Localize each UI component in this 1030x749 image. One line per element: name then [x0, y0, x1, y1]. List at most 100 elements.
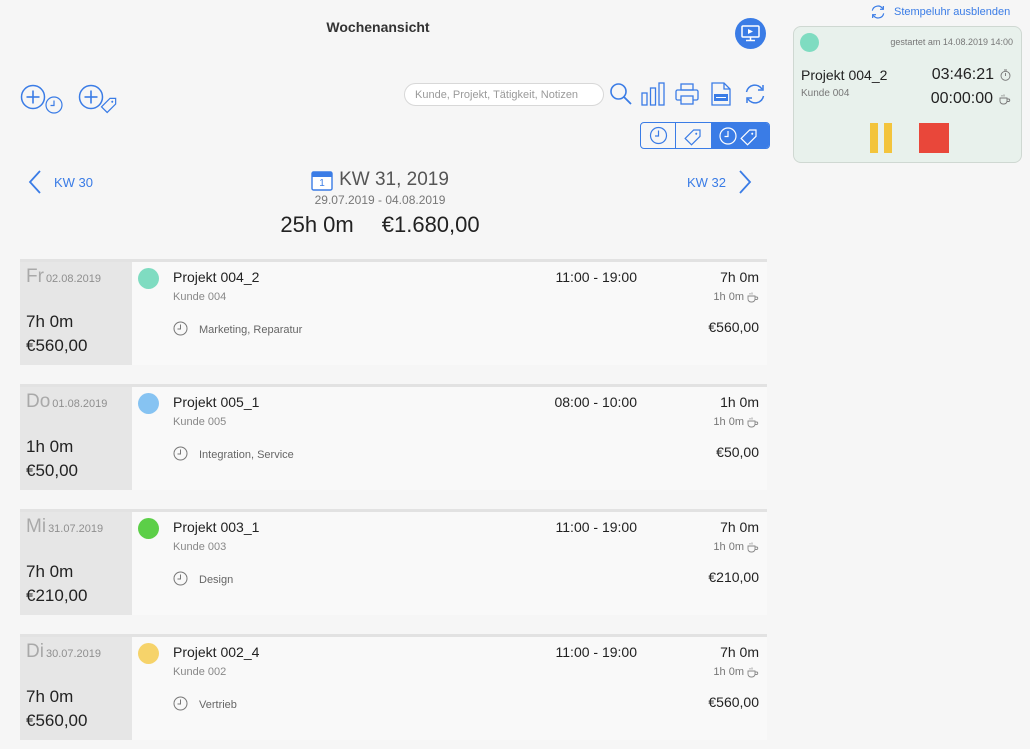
coffee-cup-icon [747, 292, 759, 302]
day-summary: Di 30.07.2019 7h 0m €560,00 [20, 637, 132, 740]
entry-break: 1h 0m [713, 416, 759, 428]
entry-type-filter [640, 122, 770, 149]
coffee-cup-icon [747, 542, 759, 552]
entry-break-value: 1h 0m [713, 666, 744, 678]
hide-stopwatch-button[interactable]: Stempeluhr ausblenden [870, 4, 1010, 20]
day-header: Di 30.07.2019 [26, 641, 101, 663]
bar-chart-icon [641, 82, 665, 106]
stopwatch-icon [1000, 69, 1011, 81]
entry-duration: 7h 0m [720, 644, 759, 660]
csv-file-icon [711, 82, 731, 106]
add-tag-icon [78, 84, 117, 114]
entry-activities: Vertrieb [199, 699, 237, 711]
entry-break: 1h 0m [713, 291, 759, 303]
day-summary: Fr 02.08.2019 7h 0m €560,00 [20, 262, 132, 365]
project-color-dot [138, 268, 159, 289]
day-total-amount: €210,00 [26, 586, 88, 605]
print-button[interactable] [675, 82, 699, 106]
next-week-button[interactable]: KW 32 [687, 169, 752, 195]
coffee-cup-icon [999, 94, 1011, 104]
day-name: Mi [26, 516, 47, 537]
day-date: 01.08.2019 [52, 398, 108, 410]
calendar-day-number: 1 [319, 178, 325, 189]
clock-tag-icon [719, 126, 758, 146]
day-name: Di [26, 641, 44, 662]
time-entry-row[interactable]: Projekt 002_4 Kunde 002 Vertrieb 11:00 -… [132, 637, 767, 740]
presentation-monitor-button[interactable] [735, 18, 766, 49]
week-totals: 25h 0m €1.680,00 [230, 212, 530, 238]
project-color-dot [138, 393, 159, 414]
filter-all-button[interactable] [711, 123, 769, 148]
entry-project: Projekt 002_4 [173, 644, 260, 660]
stopwatch-elapsed-row: 03:46:21 [932, 66, 1011, 84]
tag-icon [683, 128, 701, 146]
entry-project: Projekt 004_2 [173, 269, 260, 285]
stopwatch-started: gestartet am 14.08.2019 14:00 [890, 37, 1013, 47]
next-week-label: KW 32 [687, 174, 727, 190]
time-entry-row[interactable]: Projekt 004_2 Kunde 004 Marketing, Repar… [132, 262, 767, 365]
pause-icon [884, 123, 892, 153]
filter-expense-button[interactable] [676, 123, 712, 148]
chevron-left-icon [28, 170, 41, 194]
stopwatch-pause-time: 00:00:00 [930, 90, 993, 107]
entry-duration: 7h 0m [720, 269, 759, 285]
entry-amount: €210,00 [708, 569, 759, 585]
search-button[interactable] [609, 82, 633, 106]
stop-button[interactable] [919, 123, 949, 153]
add-time-icon [20, 84, 63, 114]
stopwatch-project: Projekt 004_2 [801, 67, 888, 83]
entry-activities: Marketing, Reparatur [199, 324, 303, 336]
stopwatch-pause-row: 00:00:00 [931, 90, 1011, 108]
clock-icon [173, 571, 188, 586]
project-color-dot [800, 33, 819, 52]
day-total-hours: 7h 0m [26, 562, 74, 581]
day-total-hours: 7h 0m [26, 312, 74, 331]
add-expense-button[interactable] [78, 84, 122, 116]
statistics-button[interactable] [641, 82, 665, 106]
entry-customer: Kunde 003 [173, 541, 227, 553]
time-entry-row[interactable]: Projekt 003_1 Kunde 003 Design 11:00 - 1… [132, 512, 767, 615]
project-color-dot [138, 518, 159, 539]
entry-amount: €50,00 [716, 444, 759, 460]
day-total-amount: €560,00 [26, 711, 88, 730]
day-name: Fr [26, 266, 44, 287]
entry-time-range: 11:00 - 19:00 [555, 519, 637, 535]
entry-break: 1h 0m [713, 666, 759, 678]
day-summary: Do 01.08.2019 1h 0m €50,00 [20, 387, 132, 490]
day-total-amount: €50,00 [26, 461, 78, 480]
search-icon [610, 83, 632, 105]
entry-customer: Kunde 005 [173, 416, 227, 428]
entry-time-range: 08:00 - 10:00 [554, 394, 637, 410]
stopwatch-customer: Kunde 004 [801, 88, 850, 99]
add-time-entry-button[interactable] [20, 84, 66, 116]
pause-button[interactable] [870, 123, 892, 153]
entry-break: 1h 0m [713, 541, 759, 553]
previous-week-label: KW 30 [54, 174, 94, 190]
sync-button[interactable] [743, 82, 767, 106]
previous-week-button[interactable]: KW 30 [28, 169, 93, 195]
day-total-amount: €560,00 [26, 336, 88, 355]
chevron-right-icon [739, 170, 752, 194]
export-csv-button[interactable] [710, 82, 732, 106]
clock-icon [173, 446, 188, 461]
entry-break-value: 1h 0m [713, 541, 744, 553]
coffee-cup-icon [747, 667, 759, 677]
calendar-icon: 1 [311, 169, 333, 191]
day-date: 31.07.2019 [48, 523, 104, 535]
week-date-range: 29.07.2019 - 04.08.2019 [314, 193, 446, 207]
search-input[interactable] [404, 83, 604, 106]
sync-icon [745, 84, 765, 104]
pause-icon [870, 123, 878, 153]
entry-time-range: 11:00 - 19:00 [555, 644, 637, 660]
time-entry-row[interactable]: Projekt 005_1 Kunde 005 Integration, Ser… [132, 387, 767, 490]
day-group: Di 30.07.2019 7h 0m €560,00 Projekt 002_4… [20, 634, 767, 740]
entry-customer: Kunde 004 [173, 291, 227, 303]
clock-icon [649, 126, 667, 145]
entry-duration: 7h 0m [720, 519, 759, 535]
day-group: Mi 31.07.2019 7h 0m €210,00 Projekt 003_1… [20, 509, 767, 615]
day-date: 30.07.2019 [45, 648, 102, 660]
day-total-hours: 1h 0m [26, 437, 74, 456]
page-title: Wochenansicht [326, 19, 430, 35]
clock-icon [173, 696, 188, 711]
filter-time-button[interactable] [641, 123, 677, 148]
